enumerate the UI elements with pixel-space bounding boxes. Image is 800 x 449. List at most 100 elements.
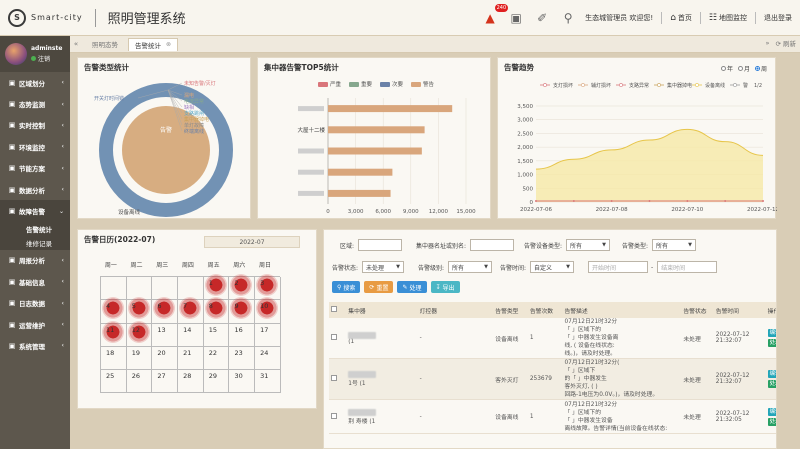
user-logout-link[interactable]: 注销: [31, 54, 62, 63]
donut-outer-label: 设备离线: [118, 208, 141, 216]
sidebar-item-wrench[interactable]: ▣ 运营维护 ‹: [0, 314, 70, 335]
calendar-day[interactable]: 22: [203, 346, 230, 371]
tab-lighting-status[interactable]: 照明态势: [86, 38, 124, 51]
calendar-day[interactable]: 13: [152, 323, 179, 347]
row-handle-button[interactable]: 处理: [767, 380, 776, 388]
count-cell: 1: [527, 318, 563, 359]
row-handle-button[interactable]: 处理: [767, 339, 776, 347]
calendar-day[interactable]: 24: [255, 346, 281, 371]
calendar-day[interactable]: 26: [126, 370, 153, 394]
streetlight-icon[interactable]: ⚲: [559, 9, 577, 27]
refresh-button[interactable]: ⟳ 刷新: [775, 38, 796, 48]
reset-button[interactable]: ⟳ 重置: [364, 281, 394, 293]
handle-button[interactable]: ✎ 处理: [397, 281, 427, 293]
calendar-day[interactable]: 30: [229, 370, 256, 394]
sidebar-item-radar[interactable]: ▣ 态势监测 ‹: [0, 93, 70, 114]
end-time-input[interactable]: 结束时间: [657, 261, 718, 273]
concentrator-cell: (1: [348, 338, 355, 345]
calendar-day[interactable]: 10: [255, 297, 281, 324]
trend-x-tick: 2022-07-12: [747, 207, 777, 213]
calendar-day[interactable]: 21: [178, 346, 204, 371]
calendar-month-picker[interactable]: 2022-07: [204, 236, 300, 248]
calendar-day[interactable]: 8: [203, 297, 230, 324]
tabs-next-icon[interactable]: »: [766, 39, 770, 47]
calendar-day[interactable]: 15: [203, 323, 230, 347]
bar-mark-3: [328, 126, 425, 134]
calendar-day[interactable]: 20: [152, 346, 179, 371]
calendar-day[interactable]: 23: [229, 346, 256, 371]
tab-alarm-statistics[interactable]: 告警统计 ⊗: [128, 37, 179, 51]
calendar-day[interactable]: 28: [178, 370, 204, 394]
trend-zero-point-6: [762, 200, 764, 202]
sidebar-subitem-0[interactable]: 告警统计: [0, 221, 70, 236]
calendar-day[interactable]: 16: [229, 323, 256, 347]
bar-mark-1: [328, 168, 393, 176]
concentrator-label: 集中器名址或别名:: [416, 242, 467, 250]
concentrator-input[interactable]: [470, 239, 515, 251]
device-type-select[interactable]: 所有 ▼: [566, 239, 611, 251]
calendar-day[interactable]: 14: [178, 323, 204, 347]
status-select[interactable]: 未处理 ▼: [362, 261, 405, 273]
row-edit-button[interactable]: 编辑: [767, 370, 776, 378]
calendar-day[interactable]: 7: [178, 297, 204, 324]
calendar-day[interactable]: 25: [101, 370, 127, 394]
home-link[interactable]: ⌂ 首页: [670, 13, 692, 23]
log-icon: ▣: [8, 299, 16, 308]
calendar-day[interactable]: 19: [126, 346, 153, 371]
sidebar-item-chart[interactable]: ▣ 数据分析 ‹: [0, 179, 70, 200]
sidebar-item-control[interactable]: ▣ 实时控制 ‹: [0, 115, 70, 136]
tabs-prev-icon[interactable]: «: [70, 40, 82, 48]
area-input[interactable]: [358, 239, 403, 251]
calendar-day[interactable]: 27: [152, 370, 179, 394]
tool-icon[interactable]: ✐: [533, 9, 551, 27]
export-button[interactable]: ↧ 导出: [430, 281, 460, 293]
online-status-icon: [31, 56, 36, 61]
trend-zero-point-4: [686, 200, 689, 202]
callout-label-8: 终端离线: [184, 128, 204, 135]
search-button[interactable]: ⚲ 搜索: [332, 281, 361, 293]
sidebar-item-environment[interactable]: ▣ 环境监控 ‹: [0, 136, 70, 157]
calendar-day[interactable]: 9: [229, 297, 256, 324]
start-time-input[interactable]: 开始时间: [588, 261, 648, 273]
select-all-checkbox[interactable]: [331, 306, 337, 312]
sidebar-item-alarm[interactable]: ▣ 故障告警 ⌄: [0, 200, 70, 222]
row-checkbox[interactable]: [331, 334, 337, 340]
calendar-day[interactable]: 29: [203, 370, 230, 394]
calendar-day[interactable]: 31: [255, 370, 281, 394]
alarm-type-select[interactable]: 所有 ▼: [652, 239, 697, 251]
calendar-day[interactable]: 12: [126, 320, 153, 347]
building-icon[interactable]: ▣: [507, 9, 525, 27]
row-checkbox[interactable]: [331, 375, 337, 381]
sidebar-item-grid[interactable]: ▣ 区域划分 ‹: [0, 72, 70, 93]
time-select[interactable]: 自定义 ▼: [530, 261, 575, 273]
desc-line: 07月12日21时32分: [564, 319, 618, 325]
row-edit-button[interactable]: 编辑: [767, 407, 776, 416]
grid-icon: ▣: [8, 78, 16, 87]
sidebar-item-settings[interactable]: ▣ 系统管理 ‹: [0, 335, 70, 356]
sidebar-item-log[interactable]: ▣ 日志数据 ‹: [0, 293, 70, 314]
trend-legend-marker-0: [543, 83, 547, 87]
concentrator-cell: 荆 寿楼 (1: [348, 418, 376, 425]
calendar-day[interactable]: 18: [101, 346, 127, 371]
sidebar-item-report[interactable]: ▣ 周报分析 ‹: [0, 250, 70, 271]
trend-y-tick: 1,500: [517, 159, 533, 165]
alarm-bell-button[interactable]: ▲ 240: [481, 4, 509, 27]
logout-link[interactable]: 退出登录: [764, 13, 792, 23]
top-header: S Smart-city 照明管理系统 ▲ 240 ▣ ✐ ⚲ 生态城管理员 欢…: [0, 0, 800, 36]
close-tab-icon[interactable]: ⊗: [166, 41, 171, 48]
row-handle-button[interactable]: 处理: [767, 417, 776, 426]
redacted-block: [348, 408, 377, 416]
row-edit-button[interactable]: 编辑: [767, 329, 776, 337]
sidebar-subitem-1[interactable]: 维修记录: [0, 235, 70, 250]
sidebar-item-leaf[interactable]: ▣ 节能方案 ‹: [0, 158, 70, 179]
desc-line: 07月12日21时32分(: [564, 360, 620, 366]
map-monitor-link[interactable]: ☷ 地图监控: [709, 13, 747, 23]
level-select[interactable]: 所有 ▼: [448, 261, 493, 273]
sidebar-item-info[interactable]: ▣ 基础信息 ‹: [0, 271, 70, 292]
calendar-day[interactable]: 11: [101, 320, 127, 347]
row-checkbox[interactable]: [331, 412, 337, 419]
calendar-day[interactable]: 17: [255, 323, 281, 347]
calendar-day[interactable]: 6: [152, 297, 179, 324]
logo-mark-icon: S: [8, 8, 26, 27]
trend-y-tick: 2,000: [517, 145, 533, 151]
